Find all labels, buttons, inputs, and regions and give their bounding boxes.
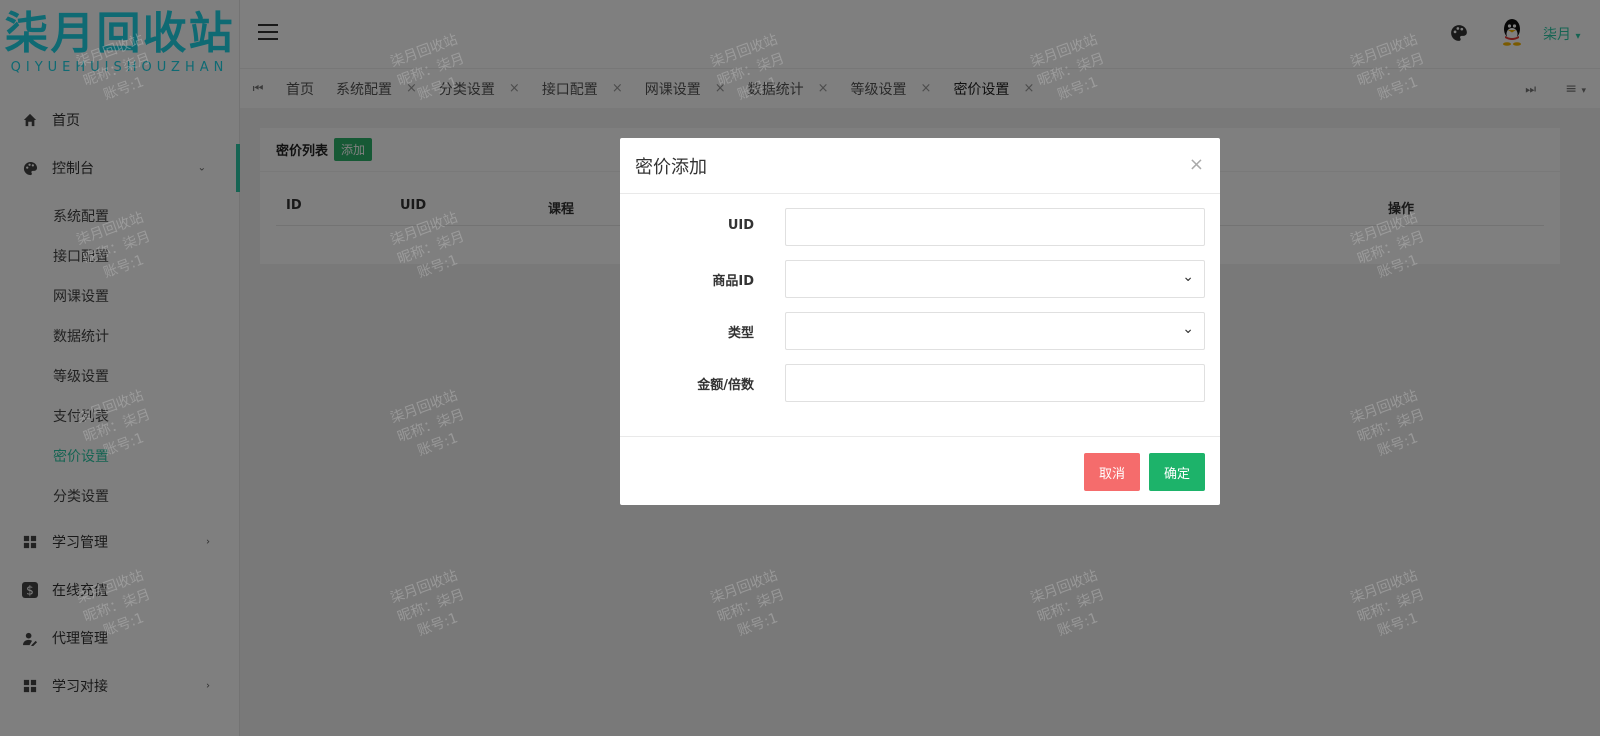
type-select[interactable]: ⌄ xyxy=(785,312,1205,350)
cancel-button[interactable]: 取消 xyxy=(1084,453,1140,491)
field-label: 商品ID xyxy=(712,274,754,289)
field-label: UID xyxy=(727,218,754,233)
dialog-footer: 取消 确定 xyxy=(620,436,1220,505)
form-row-uid: UID xyxy=(620,208,1220,248)
dialog-title: 密价添加 xyxy=(620,138,1220,194)
form-row-type: 类型 ⌄ xyxy=(620,312,1220,352)
form-row-product-id: 商品ID ⌄ xyxy=(620,260,1220,300)
form-row-amount: 金额/倍数 xyxy=(620,364,1220,404)
confirm-button[interactable]: 确定 xyxy=(1149,453,1205,491)
field-label: 金额/倍数 xyxy=(697,378,754,393)
chevron-down-icon: ⌄ xyxy=(1182,269,1194,285)
close-icon[interactable]: × xyxy=(1189,154,1204,175)
amount-input[interactable] xyxy=(785,364,1205,402)
uid-input[interactable] xyxy=(785,208,1205,246)
product-id-select[interactable]: ⌄ xyxy=(785,260,1205,298)
field-label: 类型 xyxy=(727,326,754,341)
add-price-dialog: 密价添加 × UID 商品ID ⌄ 类型 ⌄ 金额/倍数 取消 确定 xyxy=(620,138,1220,505)
chevron-down-icon: ⌄ xyxy=(1182,321,1194,337)
